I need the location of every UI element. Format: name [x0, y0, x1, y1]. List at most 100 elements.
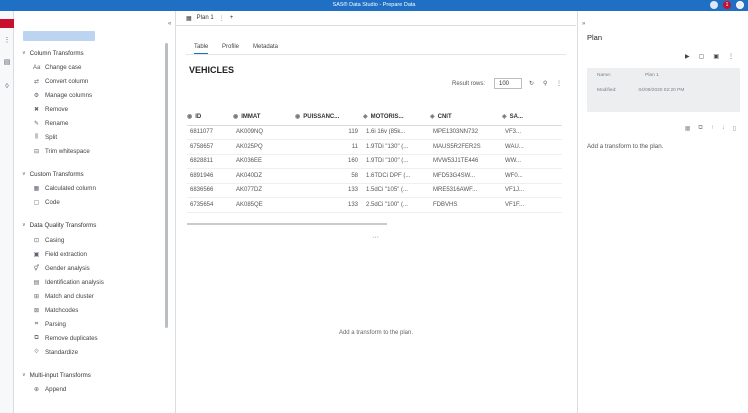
table-horizontal-scrollbar[interactable] — [187, 223, 387, 225]
group-column-transforms[interactable]: ∨ Column Transforms — [22, 50, 84, 57]
table-cell[interactable]: 1.6TDCi DPF (... — [363, 168, 430, 184]
save-icon[interactable]: ▣ — [713, 53, 719, 60]
tab-metadata[interactable]: Metadata — [253, 44, 278, 50]
tab-profile[interactable]: Profile — [222, 44, 239, 50]
table-cell[interactable]: 1.6i 16v (85k... — [363, 125, 430, 140]
delete-icon[interactable]: ▯ — [733, 125, 736, 132]
column-header-immat[interactable]: ◉ IMMAT — [233, 108, 295, 126]
table-cell[interactable]: 11 — [295, 139, 363, 155]
table-cell[interactable]: 133 — [295, 183, 363, 198]
table-cell[interactable]: MRE5316AWF... — [430, 183, 502, 198]
table-cell[interactable]: 6828811 — [187, 154, 233, 169]
table-row[interactable]: 6811077 AK009NQ 119 1.6i 16v (85k... MPE1303… — [187, 125, 562, 140]
help-icon[interactable] — [710, 1, 718, 9]
transform-calculated-column[interactable]: ▦ Calculated column — [33, 185, 96, 192]
table-cell[interactable]: WW... — [502, 154, 562, 169]
table-cell[interactable]: VF1F... — [502, 197, 562, 213]
table-cell[interactable]: AK085QE — [233, 197, 295, 213]
table-cell[interactable]: MVW53J1TE446 — [430, 154, 502, 169]
table-row[interactable]: 6758657 AK025PQ 11 1.9TDi "130" (... MAUS5R2… — [187, 139, 562, 155]
column-header-cnit[interactable]: ◈ CNIT — [430, 108, 502, 126]
table-cell[interactable]: WAU... — [502, 139, 562, 155]
group-multi-input-transforms[interactable]: ∨ Multi-input Transforms — [22, 372, 91, 379]
collapse-plan-icon[interactable]: » — [582, 21, 585, 27]
more-options-icon[interactable]: ⋮ — [556, 80, 562, 87]
user-avatar[interactable] — [736, 1, 744, 9]
table-cell[interactable]: 6811077 — [187, 125, 233, 140]
transform-identification-analysis[interactable]: ▤ Identification analysis — [33, 279, 104, 286]
info-icon[interactable]: ◊ — [3, 83, 11, 91]
column-header-sa[interactable]: ◈ SA... — [502, 108, 562, 126]
refresh-icon[interactable]: ↻ — [529, 80, 534, 87]
tab-plan-1[interactable]: ▦ Plan 1 ⋮ + — [186, 15, 233, 22]
add-tab-button[interactable]: + — [230, 15, 234, 22]
table-cell[interactable]: 58 — [295, 168, 363, 184]
transform-matchcodes[interactable]: ⊠ Matchcodes — [33, 307, 78, 314]
table-cell[interactable]: AK077DZ — [233, 183, 295, 198]
table-cell[interactable]: VF1J... — [502, 183, 562, 198]
prepare-icon[interactable] — [0, 19, 14, 28]
table-cell[interactable]: FDBVHS — [430, 197, 502, 213]
table-cell[interactable]: AK025PQ — [233, 139, 295, 155]
table-cell[interactable]: 6836566 — [187, 183, 233, 198]
table-cell[interactable]: WF0... — [502, 168, 562, 184]
transform-trim-whitespace[interactable]: ⊟ Trim whitespace — [33, 148, 90, 155]
grid-icon[interactable]: ▦ — [685, 125, 691, 132]
table-row[interactable]: 6836566 AK077DZ 133 1.5dCi "105" (... MRE531… — [187, 183, 562, 198]
tab-table[interactable]: Table — [194, 44, 209, 54]
transform-match-and-cluster[interactable]: ⊞ Match and cluster — [33, 293, 94, 300]
table-cell[interactable]: MFD53G4SW... — [430, 168, 502, 184]
table-cell[interactable]: 1.9TDi "130" (... — [363, 139, 430, 155]
table-row[interactable]: 6828811 AK036EE 160 1.9TDi "100" (... MVW53J… — [187, 154, 562, 169]
copy-icon[interactable]: ⧉ — [698, 125, 702, 132]
transform-gender-analysis[interactable]: ⚥ Gender analysis — [33, 265, 90, 272]
transform-standardize[interactable]: ⟐ Standardize — [33, 349, 78, 356]
table-cell[interactable]: 1.5dCi "105" (... — [363, 183, 430, 198]
transform-parsing[interactable]: ⌗ Parsing — [33, 321, 66, 328]
transform-remove[interactable]: ✖ Remove — [33, 106, 68, 113]
filter-icon[interactable]: ⚲ — [543, 80, 547, 87]
result-rows-input[interactable]: 100 — [494, 78, 522, 89]
table-cell[interactable]: AK036EE — [233, 154, 295, 169]
column-header-id[interactable]: ◉ ID — [187, 108, 233, 126]
transforms-scrollbar[interactable] — [165, 43, 168, 328]
table-cell[interactable]: 133 — [295, 197, 363, 213]
arrow-down-icon[interactable]: ↓ — [722, 125, 725, 132]
group-custom-transforms[interactable]: ∨ Custom Transforms — [22, 171, 84, 178]
transform-change-case[interactable]: Aa Change case — [33, 64, 81, 71]
transform-search-input[interactable] — [23, 31, 95, 41]
table-row[interactable]: 6735654 AK085QE 133 2.5dCi "100" (... FDBVHS… — [187, 197, 562, 213]
table-cell[interactable]: MAUS5R2FER2S — [430, 139, 502, 155]
plan-icon[interactable]: ⋮ — [3, 37, 11, 45]
new-plan-icon[interactable]: ▢ — [699, 53, 705, 60]
transform-split[interactable]: ⫼ Split — [33, 134, 57, 141]
table-cell[interactable]: 160 — [295, 154, 363, 169]
transform-remove-duplicates[interactable]: ⧉ Remove duplicates — [33, 335, 97, 342]
transform-field-extraction[interactable]: ▣ Field extraction — [33, 251, 87, 258]
transform-rename[interactable]: ✎ Rename — [33, 120, 68, 127]
table-cell[interactable]: 2.5dCi "100" (... — [363, 197, 430, 213]
table-cell[interactable]: VF3... — [502, 125, 562, 140]
arrow-up-icon[interactable]: ↑ — [711, 125, 714, 132]
table-cell[interactable]: 1.9TDi "100" (... — [363, 154, 430, 169]
transform-code[interactable]: ▢ Code — [33, 199, 60, 206]
transform-casing[interactable]: ⊡ Casing — [33, 237, 64, 244]
table-cell[interactable]: 6891946 — [187, 168, 233, 184]
library-icon[interactable]: ▤ — [3, 59, 11, 67]
table-cell[interactable]: AK040DZ — [233, 168, 295, 184]
table-cell[interactable]: 119 — [295, 125, 363, 140]
alert-badge[interactable]: 1 — [723, 1, 731, 9]
group-data-quality-transforms[interactable]: ∨ Data Quality Transforms — [22, 222, 96, 229]
column-header-puissance[interactable]: ◉ PUISSANC... — [295, 108, 363, 126]
table-cell[interactable]: 6735654 — [187, 197, 233, 213]
transform-convert-column[interactable]: ⇄ Convert column — [33, 78, 88, 85]
table-cell[interactable]: MPE1303NN732 — [430, 125, 502, 140]
tab-menu-icon[interactable]: ⋮ — [219, 15, 225, 22]
column-header-motorisation[interactable]: ◈ MOTORIS... — [363, 108, 430, 126]
table-cell[interactable]: AK009NQ — [233, 125, 295, 140]
run-icon[interactable]: ▶ — [685, 53, 690, 60]
transform-append[interactable]: ⊕ Append — [33, 386, 66, 393]
table-row[interactable]: 6891946 AK040DZ 58 1.6TDCi DPF (... MFD53G4S… — [187, 168, 562, 184]
load-more-button[interactable]: ··· — [372, 234, 379, 241]
transform-manage-columns[interactable]: ⚙ Manage columns — [33, 92, 92, 99]
